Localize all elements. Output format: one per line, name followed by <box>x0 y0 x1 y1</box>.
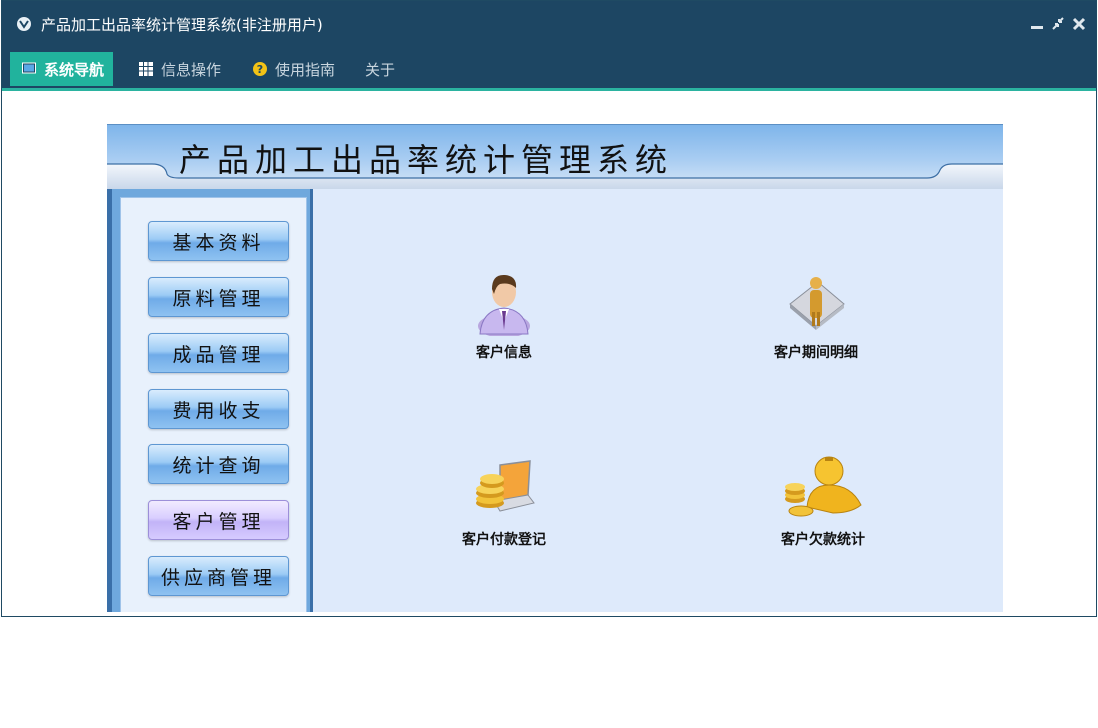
sidebar-item-label: 统计查询 <box>172 454 265 477</box>
tile-label: 客户欠款统计 <box>781 532 865 548</box>
menu-item-info-ops[interactable]: 信息操作 <box>139 52 221 86</box>
help-icon: ? <box>253 62 267 76</box>
menu-item-label: 使用指南 <box>275 60 336 79</box>
payment-laptop-coins-icon <box>476 460 535 512</box>
menu-item-about[interactable]: 关于 <box>365 52 395 86</box>
tile-label: 客户信息 <box>476 345 532 361</box>
window-controls <box>1030 14 1086 32</box>
sidebar-item-basic-data[interactable]: 基本资料 <box>148 221 289 261</box>
sidebar-inner: 基本资料 原料管理 成品管理 费用收支 统计查询 客户管理 供应商管理 <box>120 197 307 612</box>
sidebar-item-product[interactable]: 成品管理 <box>148 333 289 373</box>
tile-customer-payment[interactable]: 客户付款登记 <box>414 451 594 549</box>
menu-item-label: 系统导航 <box>44 60 105 79</box>
customer-detail-icon <box>789 277 845 330</box>
menu-item-system-nav[interactable]: 系统导航 <box>10 52 114 86</box>
tile-customer-period-detail[interactable]: 客户期间明细 <box>726 264 906 362</box>
banner-title: 产品加工出品率统计管理系统 <box>179 141 674 179</box>
restore-icon[interactable] <box>1051 14 1065 32</box>
navigation-panel: 产品加工出品率统计管理系统 基本资料 原料管理 成品管理 费用收支 统计查询 客… <box>107 124 1003 612</box>
app-window: 产品加工出品率统计管理系统(非注册用户) 系统导航 信息操作 ? 使用指南 关于… <box>1 0 1097 617</box>
sidebar-item-label: 客户管理 <box>172 510 265 533</box>
main-tiles: 客户信息 客户期间明细 客户付款登记 客户欠款统计 <box>313 189 1003 612</box>
tile-customer-info[interactable]: 客户信息 <box>414 264 594 362</box>
menu-item-label: 关于 <box>365 60 396 79</box>
sidebar-item-material[interactable]: 原料管理 <box>148 277 289 317</box>
tile-label: 客户付款登记 <box>462 532 546 548</box>
content-area: 产品加工出品率统计管理系统 基本资料 原料管理 成品管理 费用收支 统计查询 客… <box>2 91 1096 616</box>
tile-customer-debt[interactable]: 客户欠款统计 <box>733 451 913 549</box>
sidebar-item-label: 成品管理 <box>172 343 265 366</box>
menu-item-label: 信息操作 <box>161 60 222 79</box>
debt-gold-person-icon <box>785 456 862 517</box>
window-title: 产品加工出品率统计管理系统(非注册用户) <box>41 16 323 34</box>
menu-item-guide[interactable]: ? 使用指南 <box>253 52 335 86</box>
menu-bar: 系统导航 信息操作 ? 使用指南 关于 <box>2 47 1096 91</box>
sidebar-item-label: 原料管理 <box>172 287 265 310</box>
tile-label: 客户期间明细 <box>774 345 858 361</box>
close-icon[interactable] <box>1072 14 1086 32</box>
sidebar-item-statistics[interactable]: 统计查询 <box>148 444 289 484</box>
monitor-icon <box>22 62 36 74</box>
sidebar-item-suppliers[interactable]: 供应商管理 <box>148 556 289 596</box>
sidebar-item-customers[interactable]: 客户管理 <box>148 500 289 540</box>
sidebar-item-expenses[interactable]: 费用收支 <box>148 389 289 429</box>
sidebar-item-label: 供应商管理 <box>160 566 276 589</box>
title-bar[interactable]: 产品加工出品率统计管理系统(非注册用户) <box>2 1 1096 47</box>
minimize-icon[interactable] <box>1030 14 1044 32</box>
sidebar-item-label: 费用收支 <box>172 399 265 422</box>
grid-icon <box>139 62 153 76</box>
customer-person-icon <box>478 274 530 336</box>
sidebar-item-label: 基本资料 <box>172 231 265 254</box>
sidebar: 基本资料 原料管理 成品管理 费用收支 统计查询 客户管理 供应商管理 <box>107 189 310 612</box>
app-logo-icon <box>17 17 31 31</box>
svg-text:?: ? <box>257 63 263 76</box>
